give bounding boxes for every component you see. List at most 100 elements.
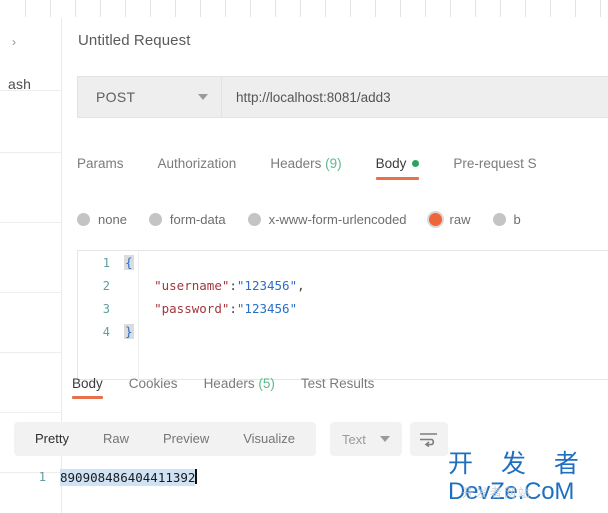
text-caret bbox=[195, 468, 198, 484]
code-token: "password" bbox=[154, 301, 230, 316]
request-tab-headers[interactable]: Headers (9) bbox=[270, 156, 341, 180]
sidebar-divider bbox=[0, 352, 61, 353]
line-number: 3 bbox=[102, 301, 110, 316]
ruler-tick bbox=[600, 0, 601, 17]
ruler-tick bbox=[250, 0, 251, 17]
sidebar-divider bbox=[0, 90, 61, 91]
code-token: "123456" bbox=[236, 278, 298, 293]
response-tab-test-results[interactable]: Test Results bbox=[301, 376, 375, 399]
top-ruler bbox=[0, 0, 608, 18]
radio-icon bbox=[247, 212, 261, 226]
url-input[interactable]: http://localhost:8081/add3 bbox=[221, 76, 608, 118]
body-modified-dot-icon bbox=[412, 159, 420, 167]
body-type-form-data[interactable]: form-data bbox=[148, 211, 226, 227]
radio-icon bbox=[428, 212, 442, 226]
line-number: 2 bbox=[102, 278, 110, 293]
tab-label: Test Results bbox=[300, 376, 375, 391]
radio-icon bbox=[77, 212, 90, 226]
code-text: "username":"123456", bbox=[124, 278, 305, 293]
response-tab-body[interactable]: Body bbox=[72, 376, 103, 399]
body-type-x-www-form-urlencoded[interactable]: x-www-form-urlencoded bbox=[247, 212, 407, 227]
body-type-b[interactable]: b bbox=[492, 211, 521, 227]
ruler-tick bbox=[300, 0, 301, 17]
ruler-tick bbox=[550, 0, 551, 17]
view-mode-pretty[interactable]: Pretty bbox=[18, 422, 86, 456]
ruler-tick bbox=[200, 0, 201, 17]
response-tab-cookies[interactable]: Cookies bbox=[129, 376, 178, 399]
tab-label: Params bbox=[77, 156, 124, 171]
code-lines: 1{2 "username":"123456", 3 "password":"12… bbox=[78, 251, 608, 343]
code-token: : bbox=[229, 301, 237, 316]
radio-label: none bbox=[98, 211, 127, 227]
code-text: } bbox=[124, 324, 134, 339]
request-tab-body[interactable]: Body bbox=[375, 156, 420, 180]
chevron-down-icon bbox=[198, 94, 208, 100]
chevron-right-icon[interactable]: › bbox=[12, 36, 16, 48]
response-body-value: 890908486404411392 bbox=[60, 468, 196, 486]
code-token: , bbox=[297, 278, 305, 293]
response-format-select[interactable]: Text bbox=[330, 422, 402, 456]
ruler-tick bbox=[400, 0, 401, 17]
url-bar: POST http://localhost:8081/add3 bbox=[77, 76, 608, 118]
ruler-tick bbox=[325, 0, 326, 17]
ruler-tick bbox=[225, 0, 226, 17]
tab-label: Headers bbox=[270, 156, 322, 171]
body-type-raw[interactable]: raw bbox=[428, 211, 471, 227]
ruler-tick bbox=[275, 0, 276, 17]
response-format-value: Text bbox=[342, 431, 366, 447]
line-number: 4 bbox=[102, 324, 110, 339]
tab-label: Headers bbox=[203, 376, 255, 391]
response-tab-headers[interactable]: Headers (5) bbox=[204, 376, 275, 399]
request-tab-pre-request-s[interactable]: Pre-request S bbox=[453, 156, 536, 180]
response-line-number: 1 bbox=[38, 470, 46, 484]
ruler-tick bbox=[125, 0, 126, 17]
code-token: "username" bbox=[154, 278, 230, 293]
postman-window: › ash Untitled Request POST http://local… bbox=[0, 0, 608, 513]
request-tab-params[interactable]: Params bbox=[77, 156, 124, 180]
line-number: 1 bbox=[102, 255, 110, 270]
radio-label: form-data bbox=[169, 211, 226, 227]
tab-count: (5) bbox=[254, 376, 275, 391]
view-mode-visualize[interactable]: Visualize bbox=[226, 422, 312, 456]
code-text: { bbox=[124, 255, 134, 270]
body-type-radios: none form-data x-www-form-urlencoded raw b bbox=[77, 206, 608, 232]
ruler-tick bbox=[350, 0, 351, 17]
radio-label: b bbox=[513, 211, 521, 227]
code-line: 2 "username":"123456", bbox=[78, 274, 608, 297]
request-tab-authorization[interactable]: Authorization bbox=[158, 156, 237, 180]
response-tabs: Body Cookies Headers (5) Test Results bbox=[72, 376, 608, 406]
word-wrap-button[interactable] bbox=[409, 422, 448, 456]
code-token: { bbox=[124, 255, 134, 270]
radio-label: raw bbox=[449, 211, 471, 227]
method-select[interactable]: POST bbox=[77, 76, 221, 118]
response-body-line: 1 890908486404411392 bbox=[14, 466, 594, 488]
request-tabs: Params Authorization Headers (9) Body Pre-re… bbox=[77, 156, 608, 188]
ruler-tick bbox=[25, 0, 26, 17]
code-token: "123456" bbox=[236, 301, 298, 316]
body-type-none[interactable]: none bbox=[77, 212, 127, 227]
view-mode-raw[interactable]: Raw bbox=[86, 422, 146, 456]
ruler-tick bbox=[475, 0, 476, 17]
radio-icon bbox=[492, 212, 506, 226]
ruler-tick bbox=[525, 0, 526, 17]
view-mode-preview[interactable]: Preview bbox=[146, 422, 226, 456]
method-value: POST bbox=[96, 89, 136, 105]
code-text: "password":"123456" bbox=[124, 301, 297, 316]
sidebar-divider bbox=[0, 222, 61, 223]
ruler-tick bbox=[150, 0, 151, 17]
response-toolbar: Pretty Raw Preview Visualize Text bbox=[14, 422, 594, 456]
code-line: 4} bbox=[78, 320, 608, 343]
ruler-tick bbox=[375, 0, 376, 17]
ruler-tick bbox=[450, 0, 451, 17]
request-body-editor[interactable]: 1{2 "username":"123456", 3 "password":"12… bbox=[77, 250, 608, 380]
code-token: : bbox=[229, 278, 237, 293]
ruler-tick bbox=[575, 0, 576, 17]
response-body[interactable]: 1 890908486404411392 bbox=[14, 466, 594, 506]
tab-label: Pre-request S bbox=[453, 156, 537, 171]
tab-label: Body bbox=[375, 156, 407, 171]
response-view-modes: Pretty Raw Preview Visualize bbox=[14, 422, 317, 456]
sidebar-divider bbox=[0, 412, 61, 413]
ruler-tick bbox=[100, 0, 101, 17]
url-value: http://localhost:8081/add3 bbox=[236, 89, 391, 105]
